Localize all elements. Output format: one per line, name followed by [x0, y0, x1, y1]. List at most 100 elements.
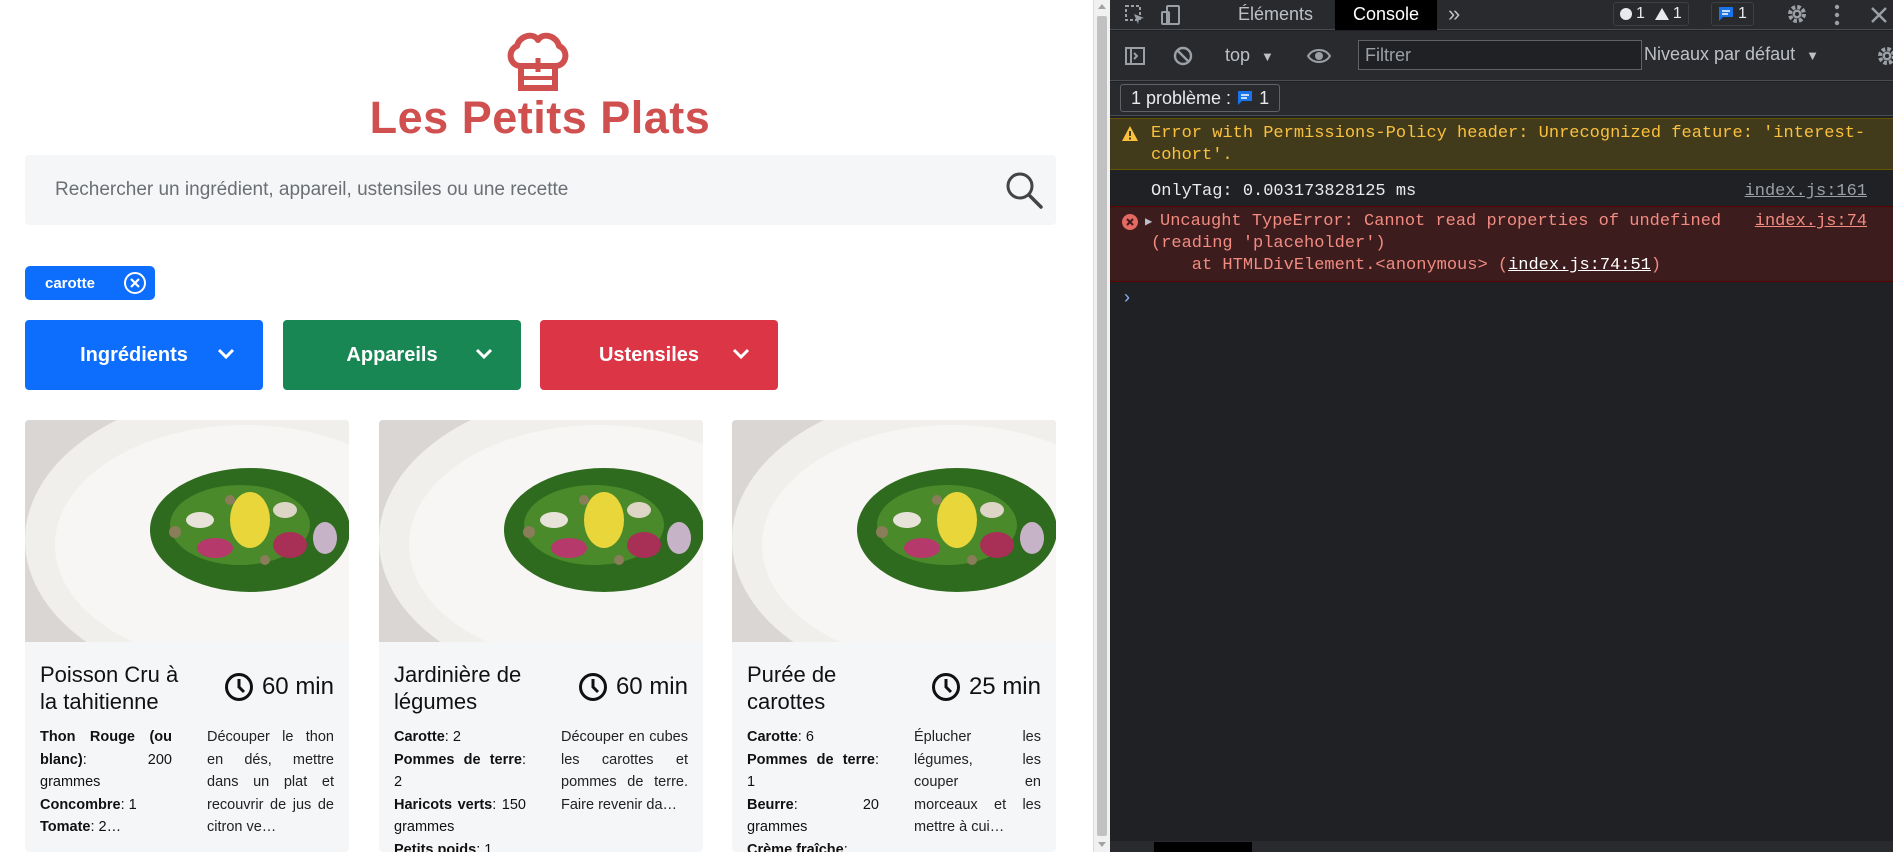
recipe-time: 60 min: [578, 672, 688, 702]
error-warning-counter[interactable]: 1 1: [1613, 2, 1689, 26]
message-counter[interactable]: 1: [1711, 2, 1754, 26]
ingredient-name: Tomate: [40, 819, 91, 835]
clear-console-icon[interactable]: [1172, 45, 1194, 67]
ingredient-quantity: :…: [843, 841, 863, 852]
tab-elements[interactable]: Éléments: [1238, 4, 1313, 25]
clock-icon: [578, 673, 607, 701]
ingredient-item: Pommes de terre: 2: [394, 749, 526, 794]
error-circle-icon: [1122, 214, 1138, 230]
console-log-message: OnlyTag: 0.003173828125 ms index.js:161: [1110, 177, 1893, 203]
filter-utensils-button[interactable]: Ustensiles: [540, 320, 778, 390]
ingredient-name: Pommes de terre: [394, 751, 522, 768]
ingredient-item: Concombre: 1: [40, 794, 172, 817]
recipe-time: 25 min: [931, 672, 1041, 702]
ingredient-item: Petits poids: 1…: [394, 839, 526, 852]
message-count: 1: [1738, 5, 1747, 22]
expand-triangle-icon[interactable]: ▶: [1145, 211, 1152, 233]
sidebar-toggle-icon[interactable]: [1124, 45, 1146, 67]
ingredient-name: Petits poids: [394, 841, 477, 852]
error-stack-line: at HTMLDivElement.<anonymous> (index.js:…: [1151, 255, 1661, 277]
recipe-card[interactable]: Poisson Cru à la tahitienne 60 min Thon Ro…: [25, 420, 349, 852]
more-tabs-icon[interactable]: »: [1448, 1, 1460, 27]
scrollbar-thumb[interactable]: [1097, 16, 1107, 836]
ingredient-quantity: : 2…: [90, 819, 122, 835]
error-text-line1: Uncaught TypeError: Cannot read properti…: [1160, 212, 1722, 231]
issues-button[interactable]: 1 problème : 1: [1120, 84, 1281, 112]
selected-tag: carotte: [25, 266, 155, 300]
eye-icon[interactable]: [1306, 45, 1332, 67]
chevron-down-icon: [475, 348, 493, 360]
search-icon[interactable]: [1004, 170, 1044, 210]
clock-icon: [931, 673, 960, 701]
recipe-card[interactable]: Purée de carottes 25 min Carotte: 6 Pommes …: [732, 420, 1056, 852]
stack-suffix: ): [1650, 256, 1662, 275]
dropdown-triangle-icon: ▼: [1261, 49, 1274, 64]
scroll-down-arrow[interactable]: [1098, 842, 1106, 847]
message-icon: [1719, 7, 1733, 21]
context-selector[interactable]: top ▼: [1225, 45, 1274, 66]
chevron-down-icon: [732, 348, 750, 360]
recipe-time-value: 60 min: [261, 673, 334, 700]
console-warning-message: Error with Permissions-Policy header: Un…: [1110, 118, 1893, 170]
filter-label: Ingrédients: [80, 344, 188, 366]
console-settings-icon[interactable]: [1876, 45, 1893, 67]
console-prompt[interactable]: ›: [1124, 287, 1130, 308]
log-levels-dropdown[interactable]: Niveaux par défaut ▼: [1644, 44, 1819, 65]
horizontal-scroll-thumb[interactable]: [1154, 842, 1252, 852]
ingredient-name: Carotte: [747, 729, 798, 745]
tag-label: carotte: [45, 275, 96, 292]
search-input[interactable]: [55, 179, 975, 201]
error-source-link[interactable]: index.js:74: [1755, 211, 1867, 233]
recipe-ingredients: Thon Rouge (ou blanc): 200 grammes Concom…: [40, 726, 172, 839]
close-circle-icon[interactable]: [123, 271, 147, 295]
context-label: top: [1225, 45, 1251, 65]
message-icon: [1238, 91, 1253, 105]
ingredient-item: Carotte: 6: [747, 726, 879, 749]
issues-label: 1 problème :: [1131, 87, 1232, 108]
clock-icon: [224, 673, 253, 701]
ingredient-name: Haricots verts: [394, 796, 493, 813]
recipe-photo: [25, 420, 349, 642]
recipe-title: Purée de carottes: [747, 662, 837, 714]
ingredient-name: Crème fraîche: [747, 841, 844, 852]
recipe-description: Éplucher les légumes, les couper en morc…: [914, 729, 1041, 835]
filter-appliances-button[interactable]: Appareils: [283, 320, 521, 390]
tab-console[interactable]: Console: [1335, 0, 1438, 30]
recipe-photo: [379, 420, 703, 642]
ingredient-item: Haricots verts: 150 grammes: [394, 794, 526, 839]
dropdown-triangle-icon: ▼: [1806, 48, 1819, 63]
log-levels-label: Niveaux par défaut: [1644, 44, 1796, 64]
stack-source-link[interactable]: index.js:74:51: [1508, 256, 1651, 275]
inspect-element-icon[interactable]: [1124, 4, 1146, 26]
stack-prefix: at HTMLDivElement.<anonymous> (: [1151, 256, 1509, 275]
console-filter-input[interactable]: [1358, 40, 1642, 70]
chevron-down-icon: [217, 348, 235, 360]
recipe-photo: [732, 420, 1056, 642]
more-options-icon[interactable]: [1826, 4, 1848, 26]
ingredient-item: Tomate: 2…: [40, 816, 172, 839]
settings-gear-icon[interactable]: [1786, 3, 1808, 25]
ingredient-quantity: : 1: [120, 796, 137, 813]
recipe-card[interactable]: Jardinière de légumes 60 min Carotte: 2 Pom…: [379, 420, 703, 852]
close-icon[interactable]: [1868, 4, 1890, 26]
page-scrollbar[interactable]: [1093, 0, 1110, 852]
ingredient-item: Carotte: 2: [394, 726, 526, 749]
filter-ingredients-button[interactable]: Ingrédients: [25, 320, 263, 390]
ingredient-name: Beurre: [747, 796, 794, 813]
ingredient-item: Pommes de terre: 1: [747, 749, 879, 794]
filter-label: Ustensiles: [598, 344, 700, 366]
search-bar: [25, 155, 1056, 225]
issues-bar: 1 problème : 1: [1110, 82, 1893, 116]
console-error-message: ▶ Uncaught TypeError: Cannot read proper…: [1110, 206, 1893, 282]
devtools-tabbar: Éléments Console » 1 1 1: [1110, 0, 1893, 30]
device-toolbar-icon[interactable]: [1160, 4, 1182, 26]
recipe-description: Découper le thon en dés, mettre dans un …: [207, 729, 334, 835]
warning-text: Error with Permissions-Policy header: Un…: [1151, 124, 1866, 165]
scroll-up-arrow[interactable]: [1098, 4, 1106, 9]
ingredient-item: Beurre: 20 grammes: [747, 794, 879, 839]
log-source-link[interactable]: index.js:161: [1745, 181, 1867, 203]
ingredient-quantity: : 1…: [476, 841, 507, 852]
recipe-ingredients: Carotte: 6 Pommes de terre: 1 Beurre: 20 g…: [747, 726, 879, 852]
recipe-title: Jardinière de légumes: [394, 662, 522, 714]
recipe-ingredients: Carotte: 2 Pommes de terre: 2 Haricots ver…: [394, 726, 526, 852]
